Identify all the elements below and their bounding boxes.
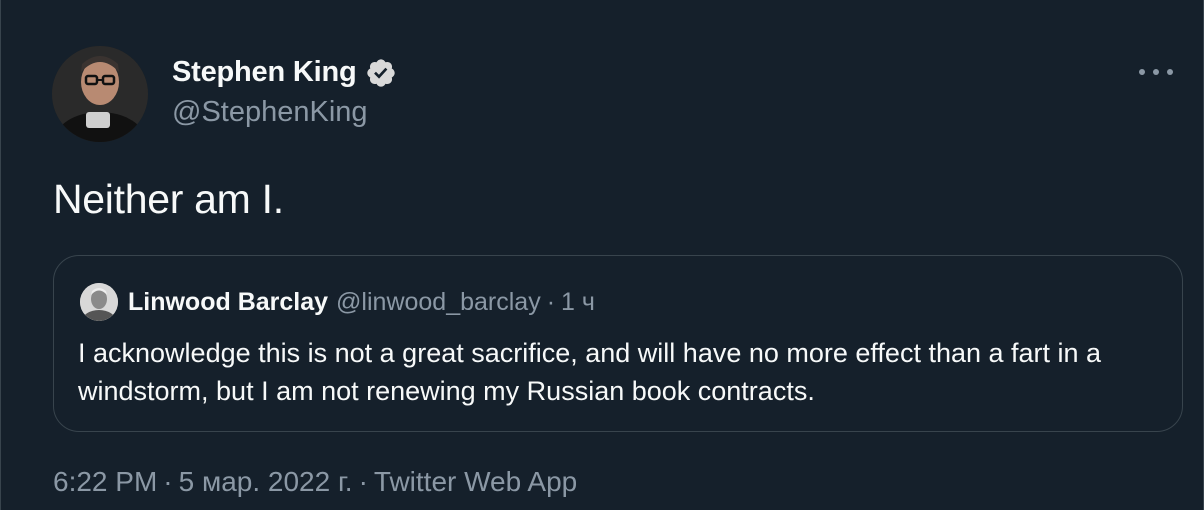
author-avatar[interactable] xyxy=(52,46,148,142)
quoted-separator: · xyxy=(546,287,556,316)
author-handle[interactable]: @StephenKing xyxy=(172,96,397,129)
quoted-author-display-name[interactable]: Linwood Barclay xyxy=(128,288,328,317)
verified-badge-icon xyxy=(365,57,397,89)
tweet-text: Neither am I. xyxy=(53,176,284,222)
author-names: Stephen King @StephenKing xyxy=(172,56,397,129)
tweet-container: Stephen King @StephenKing Neither am I. xyxy=(0,0,1204,510)
tweet-time[interactable]: 6:22 PM xyxy=(53,466,157,497)
quoted-tweet-header: Linwood Barclay @linwood_barclay · 1 ч xyxy=(80,283,595,321)
quoted-author-avatar-image xyxy=(80,283,118,321)
more-icon[interactable] xyxy=(1139,62,1173,82)
quoted-tweet-card[interactable]: Linwood Barclay @linwood_barclay · 1 ч I… xyxy=(53,255,1183,432)
tweet-source[interactable]: Twitter Web App xyxy=(374,466,577,497)
meta-separator: · xyxy=(358,466,368,497)
tweet-meta: 6:22 PM · 5 мар. 2022 г. · Twitter Web App xyxy=(53,466,577,498)
quoted-author-handle[interactable]: @linwood_barclay xyxy=(336,288,541,317)
more-dot xyxy=(1153,69,1159,75)
tweet-header: Stephen King @StephenKing xyxy=(52,46,397,142)
quoted-tweet-text: I acknowledge this is not a great sacrif… xyxy=(78,338,1102,406)
quoted-author-avatar[interactable] xyxy=(80,283,118,321)
more-dot xyxy=(1139,69,1145,75)
meta-separator: · xyxy=(163,466,173,497)
more-dot xyxy=(1167,69,1173,75)
author-display-name[interactable]: Stephen King xyxy=(172,56,357,89)
author-name-row[interactable]: Stephen King xyxy=(172,56,397,89)
quoted-timestamp[interactable]: 1 ч xyxy=(561,288,595,317)
author-avatar-image xyxy=(52,46,148,142)
tweet-date[interactable]: 5 мар. 2022 г. xyxy=(179,466,353,497)
